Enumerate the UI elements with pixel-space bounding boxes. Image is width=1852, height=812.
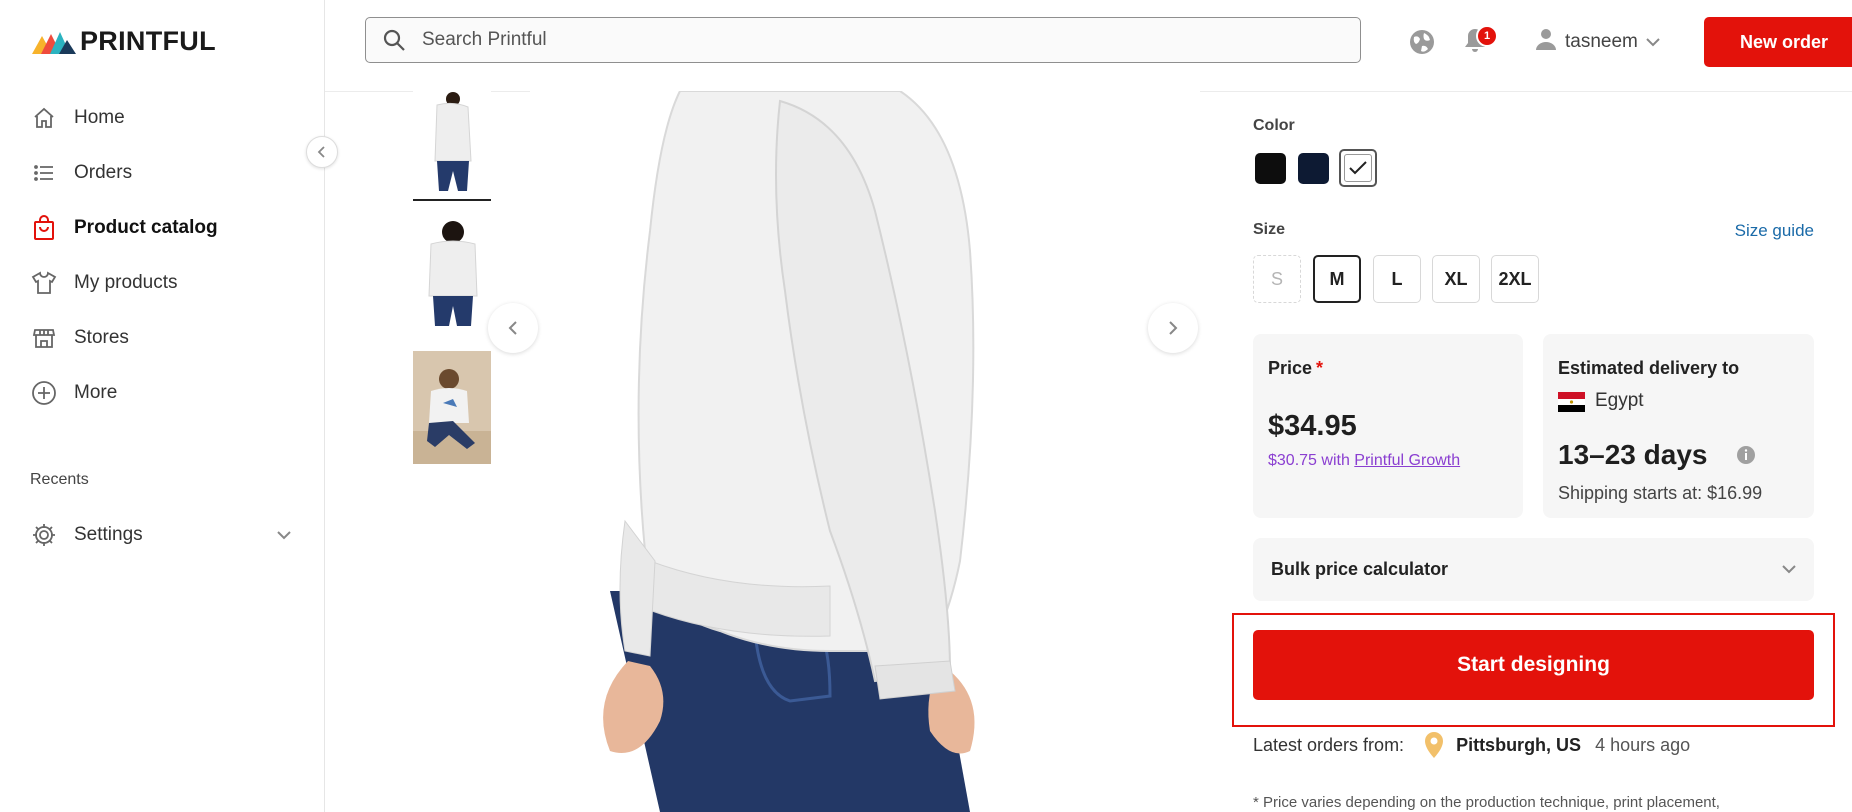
sidebar-item-label: My products <box>74 271 178 293</box>
chevron-down-icon[interactable] <box>276 524 292 546</box>
new-order-button[interactable]: New order <box>1704 17 1852 67</box>
sidebar-item-more[interactable]: More <box>30 365 300 420</box>
sidebar-nav: Home Orders Product catalog My products … <box>30 90 300 420</box>
chevron-left-icon <box>317 146 325 158</box>
info-icon[interactable] <box>1736 445 1756 470</box>
sidebar-item-product-catalog[interactable]: Product catalog <box>30 200 300 255</box>
sidebar-item-orders[interactable]: Orders <box>30 145 300 200</box>
size-label: Size <box>1253 221 1286 238</box>
search-input[interactable] <box>420 28 1324 52</box>
location-pin-icon <box>1424 731 1444 759</box>
size-guide-link[interactable]: Size guide <box>1735 221 1814 241</box>
sidebar-item-label: Orders <box>74 161 133 183</box>
product-thumbnail-side[interactable] <box>413 91 491 201</box>
egypt-flag-icon <box>1558 392 1585 412</box>
delivery-title: Estimated delivery to <box>1558 358 1740 378</box>
sidebar-item-label: Product catalog <box>74 216 218 238</box>
sidebar-item-label: More <box>74 381 118 403</box>
shipping-cost: Shipping starts at: $16.99 <box>1558 483 1763 503</box>
recents-heading: Recents <box>30 471 89 488</box>
delivery-card: Estimated delivery to Egypt 13–23 days S… <box>1543 334 1814 518</box>
bulk-price-calculator[interactable]: Bulk price calculator <box>1253 538 1814 601</box>
tshirt-icon <box>30 269 58 297</box>
color-swatch-navy[interactable] <box>1298 153 1329 184</box>
growth-price: $30.75 with Printful Growth <box>1268 452 1460 470</box>
gear-icon <box>30 521 58 549</box>
sidebar-item-my-products[interactable]: My products <box>30 255 300 310</box>
plus-circle-icon <box>30 379 58 407</box>
price-footnote: * Price varies depending on the producti… <box>1253 794 1720 811</box>
sidebar-item-home[interactable]: Home <box>30 90 300 145</box>
size-option-m[interactable]: M <box>1313 255 1361 303</box>
sidebar: PRINTFUL Home Orders Product catalog My … <box>0 0 325 812</box>
printful-growth-link[interactable]: Printful Growth <box>1354 452 1460 469</box>
printful-logo[interactable]: PRINTFUL <box>32 26 216 57</box>
user-icon <box>1535 27 1557 57</box>
settings-label: Settings <box>74 524 143 545</box>
delivery-days: 13–23 days <box>1558 439 1708 470</box>
bulk-price-label: Bulk price calculator <box>1271 559 1449 579</box>
user-menu[interactable]: tasneem <box>1535 27 1660 57</box>
list-icon <box>30 159 58 187</box>
notification-count-badge: 1 <box>1476 25 1498 47</box>
brand-name: PRINTFUL <box>80 26 216 56</box>
search-bar[interactable] <box>365 17 1361 63</box>
globe-icon[interactable] <box>1408 28 1436 61</box>
home-icon <box>30 104 58 132</box>
product-thumbnail-back[interactable] <box>413 218 491 330</box>
size-option-l[interactable]: L <box>1373 255 1421 303</box>
gallery-prev-button[interactable] <box>488 303 538 353</box>
gallery-next-button[interactable] <box>1148 303 1198 353</box>
start-designing-button[interactable]: Start designing <box>1253 630 1814 700</box>
chevron-down-icon <box>1646 31 1660 53</box>
chevron-down-icon <box>1782 561 1796 579</box>
size-option-2xl[interactable]: 2XL <box>1491 255 1539 303</box>
color-swatch-white[interactable] <box>1339 149 1377 187</box>
size-option-s[interactable]: S <box>1253 255 1301 303</box>
price-value: $34.95 <box>1268 410 1357 442</box>
color-label: Color <box>1253 117 1295 134</box>
latest-order-time: 4 hours ago <box>1595 734 1691 755</box>
latest-orders-label: Latest orders from: <box>1253 734 1405 755</box>
username: tasneem <box>1565 31 1638 52</box>
search-icon <box>382 28 406 52</box>
product-main-image <box>530 91 1200 812</box>
price-title: Price * <box>1268 358 1324 378</box>
size-option-xl[interactable]: XL <box>1432 255 1480 303</box>
collapse-sidebar-button[interactable] <box>306 136 338 168</box>
product-thumbnail-lifestyle[interactable] <box>413 351 491 464</box>
store-icon <box>30 324 58 352</box>
sidebar-item-label: Stores <box>74 326 129 348</box>
latest-order-city: Pittsburgh, US <box>1456 734 1582 755</box>
latest-orders: Latest orders from: Pittsburgh, US 4 hou… <box>1253 731 1690 759</box>
chevron-right-icon <box>1169 321 1178 335</box>
printful-logo-icon <box>32 31 76 54</box>
sidebar-item-settings[interactable]: Settings <box>30 508 292 562</box>
chevron-left-icon <box>508 321 517 335</box>
sidebar-item-stores[interactable]: Stores <box>30 310 300 365</box>
delivery-country[interactable]: Egypt <box>1595 390 1644 412</box>
color-swatch-black[interactable] <box>1255 153 1286 184</box>
price-card: Price * $34.95 $30.75 with Printful Growt… <box>1253 334 1523 518</box>
shopping-bag-icon <box>30 214 58 242</box>
growth-price-text: $30.75 with <box>1268 452 1350 469</box>
top-header: 1 tasneem New order <box>325 0 1852 92</box>
checkmark-icon <box>1349 161 1367 175</box>
sidebar-item-label: Home <box>74 106 125 128</box>
